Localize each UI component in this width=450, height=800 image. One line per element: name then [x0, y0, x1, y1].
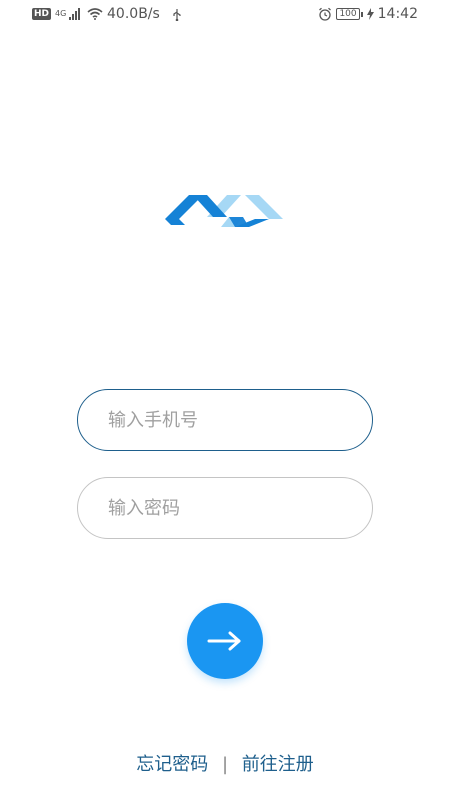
- password-field[interactable]: [77, 477, 373, 539]
- network-speed: 40.0B/s: [107, 6, 160, 22]
- charging-icon: [366, 8, 374, 20]
- password-input[interactable]: [108, 478, 348, 538]
- bottom-links: 忘记密码 | 前往注册: [0, 750, 450, 776]
- alarm-icon: [319, 7, 332, 21]
- clock-time: 14:42: [377, 6, 418, 22]
- forgot-password-link[interactable]: 忘记密码: [136, 754, 208, 775]
- app-logo-icon: [165, 195, 283, 227]
- hd-icon: HD: [32, 8, 52, 20]
- status-bar-left: HD 4G 40.0B/s: [32, 6, 182, 22]
- battery-icon: 100: [336, 8, 363, 20]
- phone-input[interactable]: [108, 390, 348, 450]
- status-bar: HD 4G 40.0B/s 100 14:42: [0, 0, 450, 32]
- signal-icon: [69, 8, 81, 20]
- network-type-label: 4G: [55, 9, 67, 18]
- register-link[interactable]: 前往注册: [242, 754, 314, 775]
- phone-field[interactable]: [77, 389, 373, 451]
- wifi-icon: [87, 8, 103, 20]
- battery-level: 100: [336, 8, 360, 20]
- status-bar-right: 100 14:42: [318, 6, 418, 22]
- arrow-right-icon: [207, 631, 241, 651]
- login-submit-button[interactable]: [187, 603, 263, 679]
- usb-icon: [173, 8, 181, 21]
- link-separator: |: [221, 754, 229, 775]
